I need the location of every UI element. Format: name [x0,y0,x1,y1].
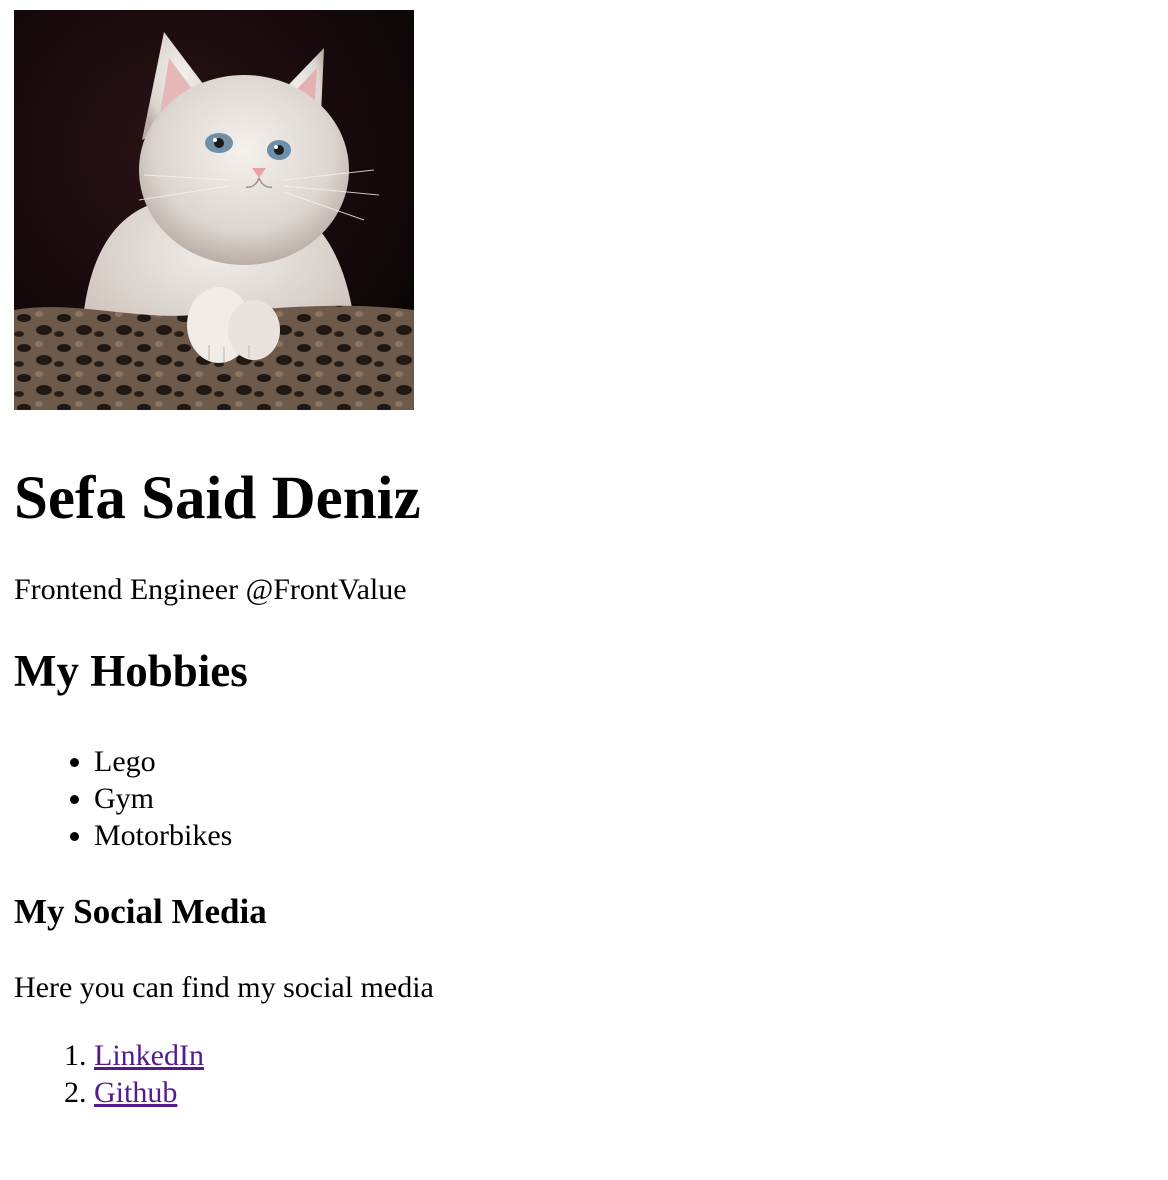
kitten-photo [14,10,414,410]
profile-name: Sefa Said Deniz [14,465,421,532]
linkedin-link[interactable]: LinkedIn [94,1039,204,1072]
hobbies-heading: My Hobbies [14,646,248,696]
github-link[interactable]: Github [94,1076,177,1109]
hobby-item: Lego [94,743,1168,780]
social-link-item: Github [94,1074,1168,1111]
page: Sefa Said Deniz Frontend Engineer @Front… [0,0,1168,1111]
profile-subtitle: Frontend Engineer @FrontValue [14,573,407,607]
social-heading: My Social Media [14,891,267,931]
social-intro: Here you can find my social media [14,970,434,1004]
social-links-list: LinkedIn Github [14,1037,1168,1111]
hobby-item: Motorbikes [94,817,1168,854]
hobby-item: Gym [94,780,1168,817]
social-link-item: LinkedIn [94,1037,1168,1074]
hobbies-list: Lego Gym Motorbikes [14,743,1168,854]
